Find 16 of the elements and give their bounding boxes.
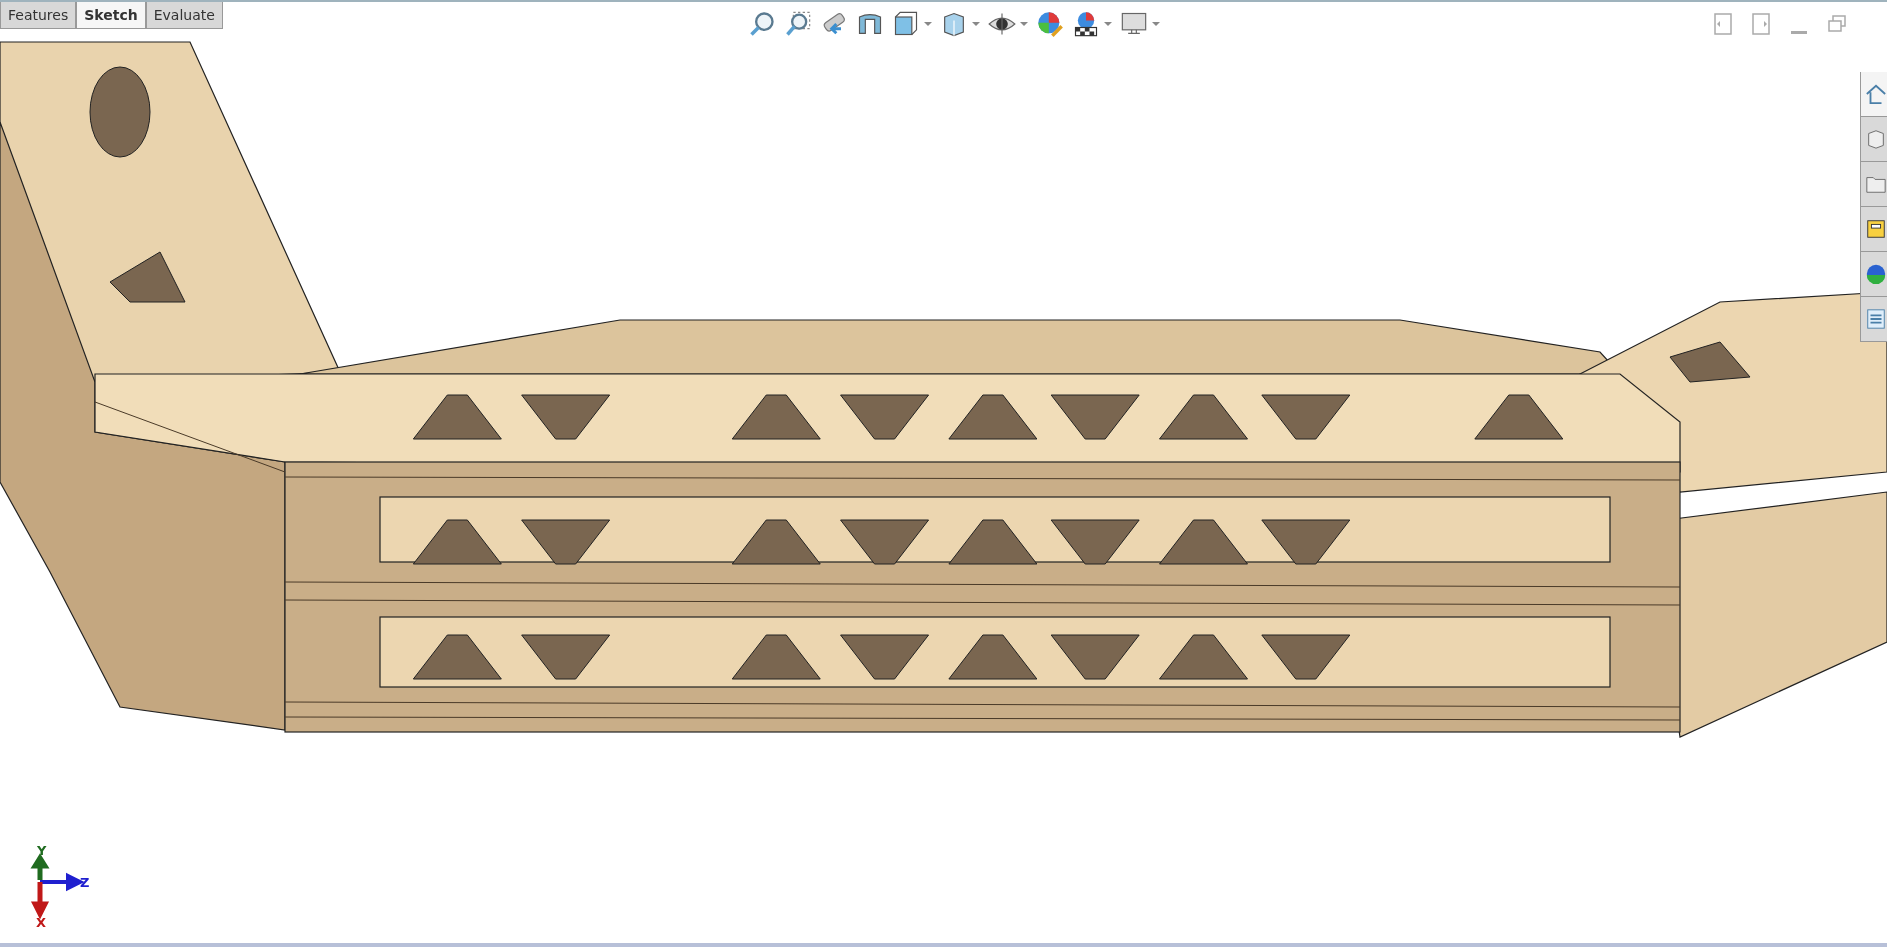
command-tab[interactable]: Sketch <box>76 2 146 29</box>
color-ball-pencil-icon[interactable] <box>1035 10 1064 38</box>
caret-icon[interactable] <box>923 22 932 26</box>
axis-label: Z <box>80 876 90 889</box>
caret-icon[interactable] <box>1103 22 1112 26</box>
axis-label: Y <box>37 844 47 857</box>
command-tab[interactable]: Features <box>0 2 77 29</box>
caret-icon[interactable] <box>1019 22 1028 26</box>
dock-right-icon[interactable] <box>1751 12 1771 36</box>
home-icon[interactable] <box>1861 72 1887 117</box>
command-tab[interactable]: Evaluate <box>145 2 223 29</box>
dock-left-icon[interactable] <box>1713 12 1733 36</box>
zoom-area-icon[interactable] <box>783 10 812 38</box>
axis-label: X <box>36 916 47 929</box>
caret-icon[interactable] <box>971 22 980 26</box>
caret-icon[interactable] <box>1151 22 1160 26</box>
